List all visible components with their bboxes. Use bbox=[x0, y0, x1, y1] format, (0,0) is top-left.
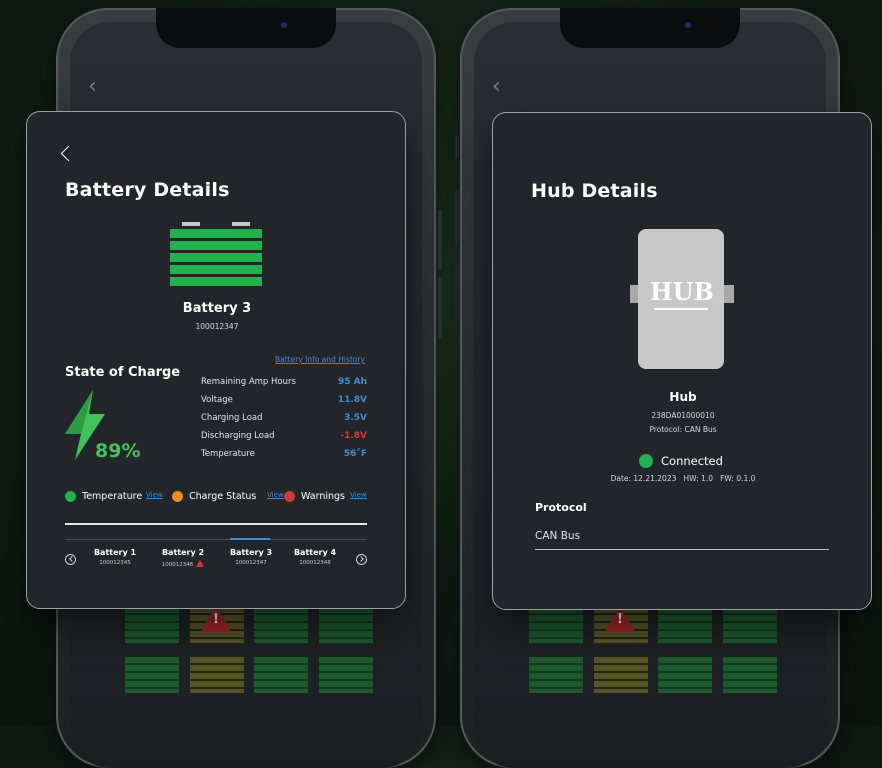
metric-row: Remaining Amp Hours 95 Ah bbox=[201, 377, 367, 391]
status-dot bbox=[172, 491, 183, 502]
phone-notch bbox=[156, 8, 336, 48]
battery-serial: 100012347 bbox=[195, 322, 239, 331]
phone-notch bbox=[560, 8, 740, 48]
battery-tab-serial-row: 100012348 bbox=[280, 560, 350, 566]
metric-value: 95 Ah bbox=[337, 377, 367, 387]
metric-row: Temperature 56˚F bbox=[201, 449, 367, 463]
battery-tab-serial-row: 100012346 bbox=[148, 560, 218, 568]
back-chevron-icon[interactable] bbox=[60, 145, 77, 162]
metric-value: 56˚F bbox=[343, 449, 367, 459]
connected-status-dot bbox=[639, 454, 653, 468]
battery-tab-serial: 100012348 bbox=[299, 560, 331, 566]
hub-device-image: HUB bbox=[638, 229, 724, 369]
background-battery bbox=[594, 657, 648, 693]
active-tab-indicator bbox=[230, 538, 270, 540]
side-button bbox=[438, 210, 442, 270]
state-of-charge-title: State of Charge bbox=[65, 365, 181, 380]
battery-tab-name: Battery 2 bbox=[161, 548, 205, 557]
hub-protocol-line: Protocol: CAN Bus bbox=[649, 425, 717, 434]
warning-icon bbox=[196, 560, 205, 567]
battery-tab[interactable]: Battery 4 100012348 bbox=[280, 548, 350, 566]
metric-label: Remaining Amp Hours bbox=[201, 377, 296, 387]
legend-label: Charge Status bbox=[189, 491, 257, 502]
background-battery bbox=[529, 657, 583, 693]
background-back-icon: ‹ bbox=[88, 74, 97, 99]
background-battery bbox=[254, 607, 308, 643]
background-battery-grid-right: ! bbox=[529, 605, 789, 726]
metric-value: 3.5V bbox=[344, 413, 367, 423]
battery-tab-serial-row: 100012347 bbox=[216, 560, 286, 566]
hub-version-line: Date: 12.21.2023 HW: 1.0 FW: 0.1.0 bbox=[610, 474, 756, 483]
background-battery bbox=[319, 657, 373, 693]
state-of-charge-percent: 89% bbox=[95, 440, 141, 462]
background-battery bbox=[658, 607, 712, 643]
camera-dot bbox=[281, 22, 287, 28]
battery-tab-serial: 100012346 bbox=[161, 562, 194, 568]
legend-view-link[interactable]: View bbox=[146, 491, 163, 499]
protocol-field[interactable]: CAN Bus bbox=[535, 530, 580, 542]
next-arrow-icon[interactable] bbox=[356, 554, 367, 565]
background-battery bbox=[529, 607, 583, 643]
hub-logo-underline bbox=[654, 308, 708, 310]
legend-view-link[interactable]: View bbox=[267, 491, 284, 499]
battery-tab-name: Battery 3 bbox=[229, 548, 273, 557]
background-battery bbox=[723, 607, 777, 643]
background-battery bbox=[254, 657, 308, 693]
protocol-field-underline bbox=[535, 549, 829, 550]
divider bbox=[65, 523, 367, 525]
metric-label: Voltage bbox=[201, 395, 233, 405]
status-dot bbox=[65, 491, 76, 502]
metric-row: Charging Load 3.5V bbox=[201, 413, 367, 427]
metric-label: Temperature bbox=[201, 449, 255, 459]
battery-info-history-link[interactable]: Battery Info and History bbox=[275, 355, 365, 364]
battery-tab-serial: 100012345 bbox=[99, 560, 131, 566]
side-button bbox=[455, 262, 459, 318]
metric-row: Voltage 11.8V bbox=[201, 395, 367, 409]
metric-row: Discharging Load -1.8V bbox=[201, 431, 367, 445]
status-dot bbox=[284, 491, 295, 502]
metric-value: -1.8V bbox=[340, 431, 367, 441]
battery-tab-serial-row: 100012345 bbox=[80, 560, 150, 566]
previous-arrow-icon[interactable] bbox=[65, 554, 76, 565]
hub-serial: 238DA01000010 bbox=[651, 411, 715, 420]
battery-tab-serial: 100012347 bbox=[235, 560, 267, 566]
background-battery bbox=[125, 657, 179, 693]
side-button bbox=[438, 278, 442, 338]
legend-label: Warnings bbox=[301, 491, 346, 502]
battery-tab-name: Battery 4 bbox=[293, 548, 337, 557]
metric-label: Discharging Load bbox=[201, 431, 275, 441]
legend-view-link[interactable]: View bbox=[350, 491, 367, 499]
hub-ear bbox=[724, 285, 734, 303]
page-title: Battery Details bbox=[65, 179, 230, 201]
hub-details-card: Hub Details HUB Hub 238DA01000010 Protoc… bbox=[492, 112, 872, 610]
battery-tab[interactable]: Battery 1 100012345 bbox=[80, 548, 150, 566]
metric-value: 11.8V bbox=[337, 395, 367, 405]
battery-name: Battery 3 bbox=[182, 301, 252, 316]
side-button bbox=[455, 190, 459, 246]
hub-name: Hub bbox=[669, 390, 697, 404]
protocol-label: Protocol bbox=[535, 501, 587, 514]
background-battery-grid-left: ! bbox=[125, 605, 385, 726]
battery-tab[interactable]: Battery 3 100012347 bbox=[216, 548, 286, 566]
tab-divider bbox=[65, 539, 367, 540]
background-battery bbox=[190, 657, 244, 693]
background-back-icon: ‹ bbox=[492, 74, 501, 99]
battery-details-card: Battery Details Battery 3 100012347 Stat… bbox=[26, 111, 406, 609]
background-battery bbox=[125, 607, 179, 643]
battery-tab[interactable]: Battery 2 100012346 bbox=[148, 548, 218, 568]
hub-logo-text: HUB bbox=[650, 277, 714, 306]
warning-triangle-icon: ! bbox=[201, 606, 231, 632]
connection-status: Connected bbox=[661, 454, 723, 468]
background-battery bbox=[723, 657, 777, 693]
battery-tab-name: Battery 1 bbox=[93, 548, 137, 557]
background-battery bbox=[658, 657, 712, 693]
metric-label: Charging Load bbox=[201, 413, 263, 423]
page-title: Hub Details bbox=[531, 180, 658, 202]
side-button bbox=[455, 135, 459, 159]
background-battery bbox=[319, 607, 373, 643]
legend-label: Temperature bbox=[82, 491, 143, 502]
camera-dot bbox=[685, 22, 691, 28]
